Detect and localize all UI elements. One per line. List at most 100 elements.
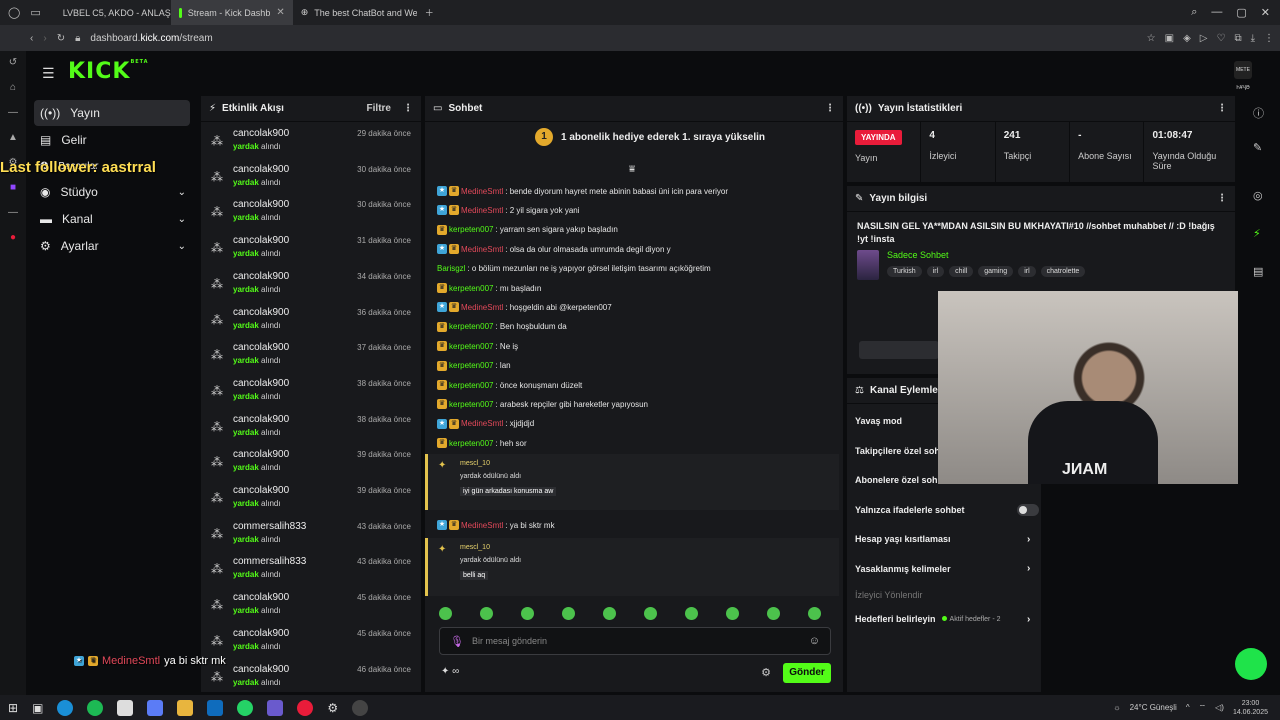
kick-logo[interactable]: KICKBETA bbox=[68, 59, 149, 84]
camera-icon[interactable]: ◎ bbox=[1253, 189, 1263, 202]
more-icon[interactable]: ⋮ bbox=[1217, 103, 1227, 114]
redeem-user[interactable]: mescl_10 bbox=[460, 544, 490, 551]
activity-user[interactable]: commersalih833 bbox=[233, 556, 306, 567]
tag[interactable]: irl bbox=[1018, 266, 1036, 277]
tab-kick-dashboard[interactable]: Stream - Kick Dashb ✕ bbox=[170, 0, 293, 25]
tag[interactable]: chatrolette bbox=[1040, 266, 1086, 277]
activity-user[interactable]: cancolak900 bbox=[233, 271, 289, 282]
store-icon[interactable] bbox=[117, 699, 134, 716]
chat-username[interactable]: MedineSmtl bbox=[461, 245, 503, 254]
tag[interactable]: Turkish bbox=[887, 266, 922, 277]
activity-item[interactable]: ⁂ cancolak900 yardak alındı 38 dakika önce bbox=[211, 414, 411, 450]
chat-username[interactable]: kerpeten007 bbox=[449, 225, 493, 234]
reload-icon[interactable]: ↻ bbox=[57, 33, 65, 44]
set-goals-row[interactable]: Hedefleri belirleyin Aktif hedefler - 2 … bbox=[855, 614, 1035, 625]
emoji-icon[interactable]: ☺ bbox=[809, 635, 820, 647]
close-icon[interactable]: ✕ bbox=[1261, 6, 1270, 19]
activity-user[interactable]: cancolak900 bbox=[233, 628, 289, 639]
activity-user[interactable]: cancolak900 bbox=[233, 164, 289, 175]
search-icon[interactable]: ⌕ bbox=[1191, 6, 1197, 19]
clock[interactable]: 23:00 14.06.2025 bbox=[1233, 699, 1268, 717]
activity-item[interactable]: ⁂ cancolak900 yardak alındı 30 dakika önce bbox=[211, 199, 411, 235]
activity-item[interactable]: ⁂ cancolak900 yardak alındı 45 dakika önce bbox=[211, 628, 411, 664]
category-name[interactable]: Sadece Sohbet bbox=[887, 250, 1085, 260]
tray-chevron-icon[interactable]: ^ bbox=[1186, 703, 1190, 712]
close-tab-icon[interactable]: ✕ bbox=[276, 7, 284, 18]
task-view-icon[interactable]: ▣ bbox=[32, 701, 43, 715]
activity-item[interactable]: ⁂ cancolak900 yardak alındı 38 dakika önce bbox=[211, 378, 411, 414]
chat-username[interactable]: kerpeten007 bbox=[449, 400, 493, 409]
activity-item[interactable]: ⁂ cancolak900 yardak alındı 39 dakika önce bbox=[211, 485, 411, 521]
nav-item-revenue[interactable]: ▤ Gelir bbox=[34, 127, 190, 153]
folder-icon[interactable] bbox=[177, 699, 194, 716]
activity-user[interactable]: cancolak900 bbox=[233, 307, 289, 318]
volume-icon[interactable]: ◁) bbox=[1215, 703, 1224, 712]
windows-start-icon[interactable]: ⊞ bbox=[8, 701, 18, 715]
emote-icon[interactable] bbox=[480, 607, 493, 620]
activity-user[interactable]: cancolak900 bbox=[233, 414, 289, 425]
settings-icon[interactable]: ⚙ bbox=[327, 701, 338, 715]
maximize-icon[interactable]: ▢ bbox=[1236, 6, 1246, 19]
filter-button[interactable]: Filtre bbox=[367, 103, 391, 114]
twitch-icon[interactable]: ■ bbox=[10, 182, 16, 193]
emote-icon[interactable] bbox=[685, 607, 698, 620]
chat-settings-icon[interactable]: ⚙ bbox=[761, 666, 771, 679]
chat-username[interactable]: MedineSmtl bbox=[461, 303, 503, 312]
tag[interactable]: chill bbox=[949, 266, 974, 277]
emote-icon[interactable] bbox=[439, 607, 452, 620]
floating-action-button[interactable] bbox=[1235, 648, 1267, 680]
browser-menu-icon[interactable]: ◯ bbox=[8, 6, 20, 19]
emote-icon[interactable] bbox=[603, 607, 616, 620]
toggle-switch[interactable] bbox=[1017, 503, 1039, 516]
avatar[interactable]: MEТЕ ҺҰҶӘ bbox=[1234, 61, 1252, 91]
kick-sidebar-icon[interactable]: ▲ bbox=[8, 132, 18, 143]
activity-item[interactable]: ⁂ cancolak900 yardak alındı 31 dakika önce bbox=[211, 235, 411, 271]
category[interactable]: Sadece Sohbet Turkish irl chill gaming irl ch… bbox=[857, 250, 1086, 280]
activity-item[interactable]: ⁂ commersalih833 yardak alındı 43 dakika ön… bbox=[211, 521, 411, 557]
tab-list-icon[interactable]: ▭ bbox=[30, 6, 40, 19]
activity-item[interactable]: ⁂ cancolak900 yardak alındı 39 dakika önce bbox=[211, 449, 411, 485]
youtube-sidebar-icon[interactable]: ● bbox=[10, 232, 16, 243]
emote-icon[interactable] bbox=[726, 607, 739, 620]
chat-username[interactable]: MedineSmtl bbox=[461, 419, 503, 428]
download-icon[interactable]: ⤓ bbox=[1251, 33, 1255, 44]
activity-user[interactable]: cancolak900 bbox=[233, 378, 289, 389]
whatsapp-icon[interactable] bbox=[237, 699, 254, 716]
obs-icon[interactable] bbox=[352, 699, 369, 716]
activity-user[interactable]: cancolak900 bbox=[233, 235, 289, 246]
channel-action-row[interactable]: Yasaklanmış kelimeler › bbox=[855, 563, 1035, 574]
activity-user[interactable]: commersalih833 bbox=[233, 521, 306, 532]
weather-text[interactable]: 24°C Güneşli bbox=[1130, 703, 1177, 712]
forward-icon[interactable]: › bbox=[43, 33, 46, 44]
activity-item[interactable]: ⁂ cancolak900 yardak alındı 46 dakika önce bbox=[211, 664, 411, 693]
nav-item-channel[interactable]: ▬ Kanal ⌄ bbox=[34, 206, 190, 232]
url-field[interactable]: dashboard.kick.com/stream bbox=[90, 33, 212, 44]
activity-item[interactable]: ⁂ cancolak900 yardak alındı 34 dakika önce bbox=[211, 271, 411, 307]
minimize-icon[interactable]: — bbox=[1211, 6, 1222, 19]
sub-gift-banner[interactable]: 1 1 abonelik hediye ederek 1. sıraya yük… bbox=[535, 128, 765, 146]
bookmark-icon[interactable]: ☆ bbox=[1147, 33, 1156, 44]
send-button[interactable]: Gönder bbox=[783, 663, 831, 683]
outlook-icon[interactable] bbox=[207, 699, 224, 716]
emote-icon[interactable] bbox=[808, 607, 821, 620]
activity-item[interactable]: ⁂ cancolak900 yardak alındı 45 dakika önce bbox=[211, 592, 411, 628]
chat-username[interactable]: MedineSmtl bbox=[461, 521, 503, 530]
chat-username[interactable]: kerpeten007 bbox=[449, 284, 493, 293]
wifi-icon[interactable]: ⌔ bbox=[1199, 703, 1207, 713]
activity-user[interactable]: cancolak900 bbox=[233, 449, 289, 460]
messenger-icon[interactable]: ⌂ bbox=[10, 82, 16, 93]
bolt-icon[interactable]: ⚡ bbox=[1253, 227, 1261, 240]
copilot-icon[interactable] bbox=[147, 699, 164, 716]
chat-username[interactable]: kerpeten007 bbox=[449, 322, 493, 331]
redeem-user[interactable]: mescl_10 bbox=[460, 460, 490, 467]
chat-username[interactable]: kerpeten007 bbox=[449, 381, 493, 390]
document-icon[interactable]: ▤ bbox=[1253, 265, 1263, 278]
activity-item[interactable]: ⁂ commersalih833 yardak alındı 43 dakika ön… bbox=[211, 556, 411, 592]
nav-item-settings[interactable]: ⚙ Ayarlar ⌄ bbox=[34, 233, 190, 259]
channel-action-row[interactable]: Yalnızca ifadelerle sohbet bbox=[855, 503, 1039, 516]
chat-username[interactable]: kerpeten007 bbox=[449, 439, 493, 448]
channel-points[interactable]: ✦ ∞ bbox=[441, 666, 459, 677]
activity-user[interactable]: cancolak900 bbox=[233, 592, 289, 603]
activity-user[interactable]: cancolak900 bbox=[233, 485, 289, 496]
channel-action-row[interactable]: Hesap yaşı kısıtlaması › bbox=[855, 534, 1035, 545]
